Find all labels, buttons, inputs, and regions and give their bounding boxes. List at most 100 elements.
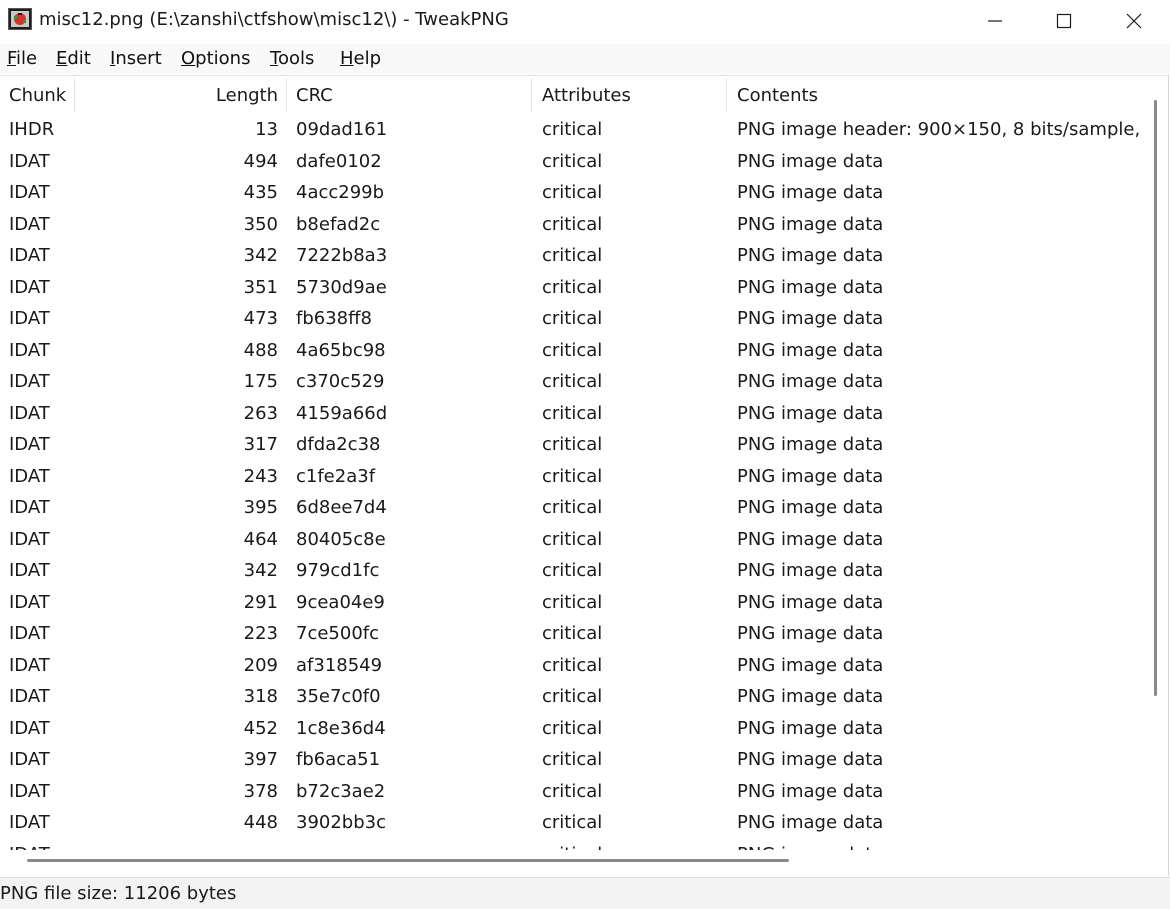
table-row[interactable]: IDAT 464 80405c8e critical PNG image data	[0, 524, 1142, 555]
column-divider[interactable]	[286, 78, 287, 112]
menu-tools[interactable]: Tools	[270, 48, 314, 70]
table-row[interactable]: IDAT 291 9cea04e9 critical PNG image data	[0, 587, 1142, 618]
column-header-chunk[interactable]: Chunk	[9, 76, 66, 114]
cell-chunk: IDAT	[9, 402, 50, 424]
cell-contents: PNG image data	[737, 839, 1141, 851]
cell-contents: PNG image data	[737, 434, 884, 455]
menu-edit-label: dit	[67, 48, 91, 69]
table-row[interactable]: IDAT 473 fb638ff8 critical PNG image data	[0, 303, 1142, 334]
menu-options[interactable]: Options	[181, 48, 250, 70]
cell-length: 397	[243, 749, 278, 770]
close-button[interactable]	[1099, 0, 1169, 42]
cell-contents: PNG image data	[737, 402, 884, 424]
column-header-attributes[interactable]: Attributes	[542, 76, 631, 114]
vertical-scroll-thumb[interactable]	[1154, 100, 1157, 696]
list-rows: IHDR 13 09dad161 critical PNG image header: …	[0, 114, 1142, 850]
cell-chunk: IDAT	[9, 465, 50, 487]
table-row[interactable]: IDAT 350 b8efad2c critical PNG image data	[0, 209, 1142, 240]
table-row[interactable]: IDAT 494 dafe0102 critical PNG image data	[0, 146, 1142, 177]
list-header: Chunk Length CRC Attributes Contents	[0, 76, 1142, 114]
horizontal-scrollbar[interactable]	[0, 851, 1142, 876]
cell-contents: PNG image data	[737, 591, 884, 613]
cell-length: 448	[243, 812, 278, 833]
cell-crc: 35e7c0f0	[296, 686, 381, 707]
status-bar: PNG file size: 11206 bytes	[0, 877, 1170, 909]
table-row[interactable]: IDAT 342 979cd1fc critical PNG image data	[0, 555, 1142, 586]
cell-contents: PNG image data	[737, 623, 884, 644]
table-row[interactable]: IDAT 452 1c8e36d4 critical PNG image data	[0, 713, 1142, 744]
table-row[interactable]: IDAT critical PNG image data	[0, 839, 1142, 851]
cell-contents: PNG image data	[737, 276, 884, 298]
table-row[interactable]: IDAT 448 3902bb3c critical PNG image data	[0, 807, 1142, 838]
table-row[interactable]: IDAT 435 4acc299b critical PNG image data	[0, 177, 1142, 208]
menu-insert[interactable]: Insert	[110, 48, 162, 70]
cell-crc: 4a65bc98	[296, 339, 386, 361]
title-bar[interactable]: misc12.png (E:\zanshi\ctfshow\misc12\) -…	[0, 0, 1170, 42]
chunk-list[interactable]: Chunk Length CRC Attributes Contents IHD…	[0, 75, 1169, 876]
table-row[interactable]: IDAT 351 5730d9ae critical PNG image data	[0, 272, 1142, 303]
table-row[interactable]: IDAT 209 af318549 critical PNG image data	[0, 650, 1142, 681]
column-divider[interactable]	[726, 78, 727, 112]
table-row[interactable]: IDAT 378 b72c3ae2 critical PNG image data	[0, 776, 1142, 807]
cell-attributes: critical	[542, 150, 603, 172]
cell-chunk: IDAT	[9, 213, 50, 235]
cell-attributes: critical	[542, 497, 603, 518]
cell-attributes: critical	[542, 434, 603, 455]
cell-crc: 5730d9ae	[296, 276, 387, 298]
vertical-scrollbar[interactable]	[1143, 76, 1168, 876]
table-row[interactable]: IDAT 243 c1fe2a3f critical PNG image data	[0, 461, 1142, 492]
cell-length: 488	[243, 339, 278, 361]
table-row[interactable]: IHDR 13 09dad161 critical PNG image header: …	[0, 114, 1142, 145]
horizontal-scroll-thumb[interactable]	[27, 859, 789, 862]
cell-chunk: IDAT	[9, 839, 79, 851]
menu-edit-accel: E	[56, 48, 68, 69]
cell-crc: 3902bb3c	[296, 812, 387, 833]
column-header-crc[interactable]: CRC	[296, 76, 333, 114]
column-divider[interactable]	[74, 78, 75, 112]
cell-length: 435	[243, 182, 278, 203]
menu-file[interactable]: File	[7, 48, 37, 70]
cell-contents: PNG image data	[737, 749, 884, 770]
cell-chunk: IDAT	[9, 560, 50, 581]
menu-help-accel: H	[340, 48, 354, 69]
cell-crc: b8efad2c	[296, 213, 381, 235]
cell-chunk: IDAT	[9, 749, 50, 770]
table-row[interactable]: IDAT 395 6d8ee7d4 critical PNG image data	[0, 492, 1142, 523]
minimize-icon	[988, 20, 1002, 22]
cell-crc: dafe0102	[296, 150, 382, 172]
cell-attributes: critical	[542, 119, 603, 140]
cell-chunk: IDAT	[9, 812, 50, 833]
cell-contents: PNG image data	[737, 150, 884, 172]
cell-attributes: critical	[542, 591, 603, 613]
column-header-contents[interactable]: Contents	[737, 76, 818, 114]
cell-attributes: critical	[542, 839, 722, 851]
table-row[interactable]: IDAT 342 7222b8a3 critical PNG image data	[0, 240, 1142, 271]
cell-attributes: critical	[542, 780, 603, 802]
cell-crc: 6d8ee7d4	[296, 497, 387, 518]
table-row[interactable]: IDAT 318 35e7c0f0 critical PNG image data	[0, 681, 1142, 712]
cell-length: 452	[243, 717, 278, 739]
table-row[interactable]: IDAT 317 dfda2c38 critical PNG image data	[0, 429, 1142, 460]
cell-contents: PNG image data	[737, 213, 884, 235]
menu-help[interactable]: Help	[340, 48, 381, 70]
cell-chunk: IDAT	[9, 591, 50, 613]
maximize-button[interactable]	[1029, 0, 1099, 42]
column-header-length[interactable]: Length	[80, 76, 278, 114]
menu-tools-accel: T	[270, 48, 278, 69]
cell-crc	[296, 839, 526, 851]
table-row[interactable]: IDAT 175 c370c529 critical PNG image data	[0, 366, 1142, 397]
cell-contents: PNG image data	[737, 654, 884, 676]
cell-length: 317	[243, 434, 278, 455]
cell-chunk: IDAT	[9, 497, 50, 518]
cell-attributes: critical	[542, 686, 603, 707]
cell-chunk: IDAT	[9, 623, 50, 644]
table-row[interactable]: IDAT 488 4a65bc98 critical PNG image data	[0, 335, 1142, 366]
table-row[interactable]: IDAT 223 7ce500fc critical PNG image data	[0, 618, 1142, 649]
table-row[interactable]: IDAT 397 fb6aca51 critical PNG image data	[0, 744, 1142, 775]
minimize-button[interactable]	[960, 0, 1030, 42]
cell-length: 378	[243, 780, 278, 802]
menu-edit[interactable]: Edit	[56, 48, 91, 70]
column-divider[interactable]	[531, 78, 532, 112]
table-row[interactable]: IDAT 263 4159a66d critical PNG image data	[0, 398, 1142, 429]
cell-length: 494	[243, 150, 278, 172]
